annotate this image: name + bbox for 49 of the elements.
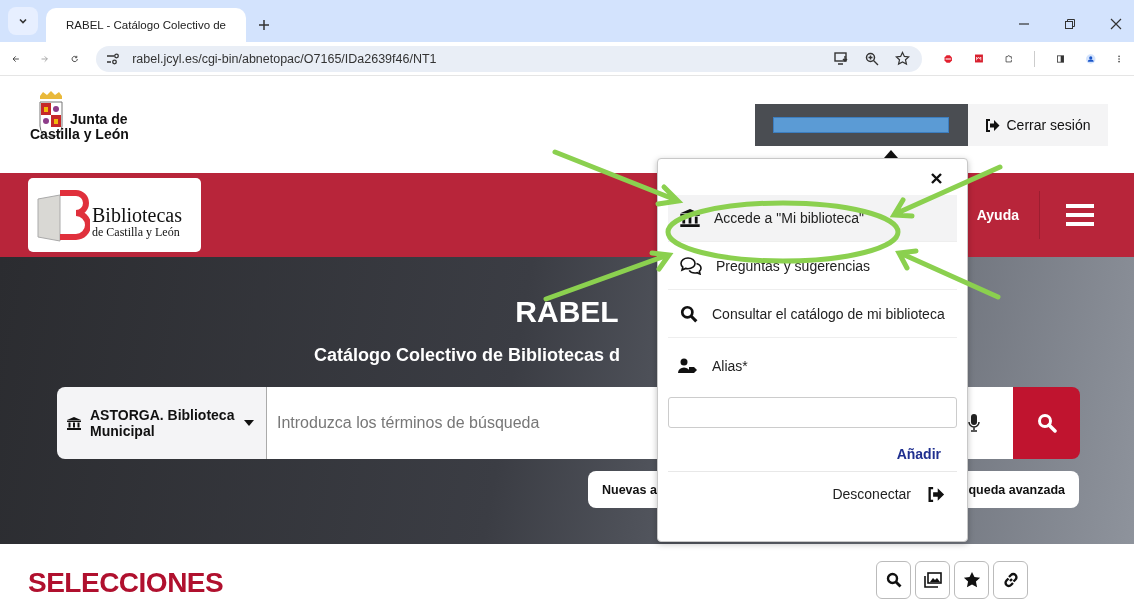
close-icon[interactable] bbox=[1110, 18, 1122, 30]
help-link[interactable]: Ayuda bbox=[976, 207, 1019, 223]
organization-name: Junta de bbox=[70, 112, 129, 127]
sign-out-icon bbox=[927, 486, 945, 502]
url-text: rabel.jcyl.es/cgi-bin/abnetopac/O7165/IDa2639f46/NT1 bbox=[132, 51, 437, 66]
library-logo[interactable]: Bibliotecas de Castilla y León bbox=[28, 178, 201, 252]
search-button[interactable] bbox=[876, 561, 911, 599]
zoom-icon[interactable] bbox=[865, 51, 880, 66]
user-name-box[interactable] bbox=[755, 104, 968, 146]
logo-subtitle: de Castilla y León bbox=[92, 224, 181, 240]
browser-tab[interactable]: RABEL - Catálogo Colectivo de bbox=[46, 8, 246, 42]
link-button[interactable] bbox=[993, 561, 1028, 599]
microphone-icon[interactable] bbox=[968, 414, 980, 432]
menu-item[interactable]: Consultar el catálogo de mi biblioteca bbox=[668, 291, 957, 338]
images-icon bbox=[923, 572, 942, 588]
section-heading: SELECCIONES bbox=[28, 567, 224, 599]
search-icon bbox=[1036, 413, 1057, 433]
close-icon[interactable] bbox=[931, 173, 942, 184]
logout-button[interactable]: Cerrar sesión bbox=[968, 104, 1108, 146]
user-tag-icon bbox=[678, 358, 698, 374]
new-acquisitions-button[interactable]: Nuevas a bbox=[588, 471, 657, 508]
menu-icon[interactable] bbox=[1066, 203, 1094, 227]
star-icon[interactable] bbox=[895, 51, 911, 66]
hero-subtitle: Catálogo Colectivo de Bibliotecas d bbox=[314, 345, 621, 365]
organization-name: Castilla y León bbox=[30, 127, 129, 142]
install-app-icon[interactable] bbox=[834, 52, 850, 65]
hero-title: RABEL bbox=[515, 295, 619, 329]
restore-icon[interactable] bbox=[1064, 18, 1076, 30]
tab-title: RABEL - Catálogo Colectivo de bbox=[66, 19, 227, 31]
alias-input-field[interactable] bbox=[668, 397, 957, 428]
favorites-button[interactable] bbox=[954, 561, 989, 599]
search-icon bbox=[885, 572, 902, 588]
star-icon bbox=[962, 571, 981, 589]
menu-item[interactable]: Preguntas y sugerencias bbox=[668, 243, 957, 290]
address-bar[interactable]: rabel.jcyl.es/cgi-bin/abnetopac/O7165/IDa2639f46/NT1 bbox=[96, 45, 923, 72]
logo-title: Bibliotecas bbox=[92, 204, 182, 225]
bank-icon bbox=[680, 209, 700, 227]
sign-out-icon bbox=[985, 118, 1001, 132]
search-icon bbox=[680, 305, 698, 323]
caret-icon bbox=[244, 420, 254, 426]
link-icon bbox=[1002, 572, 1019, 588]
site-settings-icon[interactable] bbox=[106, 52, 121, 65]
gallery-button[interactable] bbox=[915, 561, 950, 599]
library-select[interactable]: ASTORGA. Biblioteca Municipal bbox=[57, 387, 267, 459]
disconnect-button[interactable]: Desconectar bbox=[832, 486, 945, 502]
bank-icon bbox=[67, 416, 81, 430]
chat-bubbles-icon bbox=[680, 257, 702, 275]
alias-label: Alias* bbox=[712, 358, 748, 374]
new-tab-icon[interactable] bbox=[258, 19, 270, 31]
